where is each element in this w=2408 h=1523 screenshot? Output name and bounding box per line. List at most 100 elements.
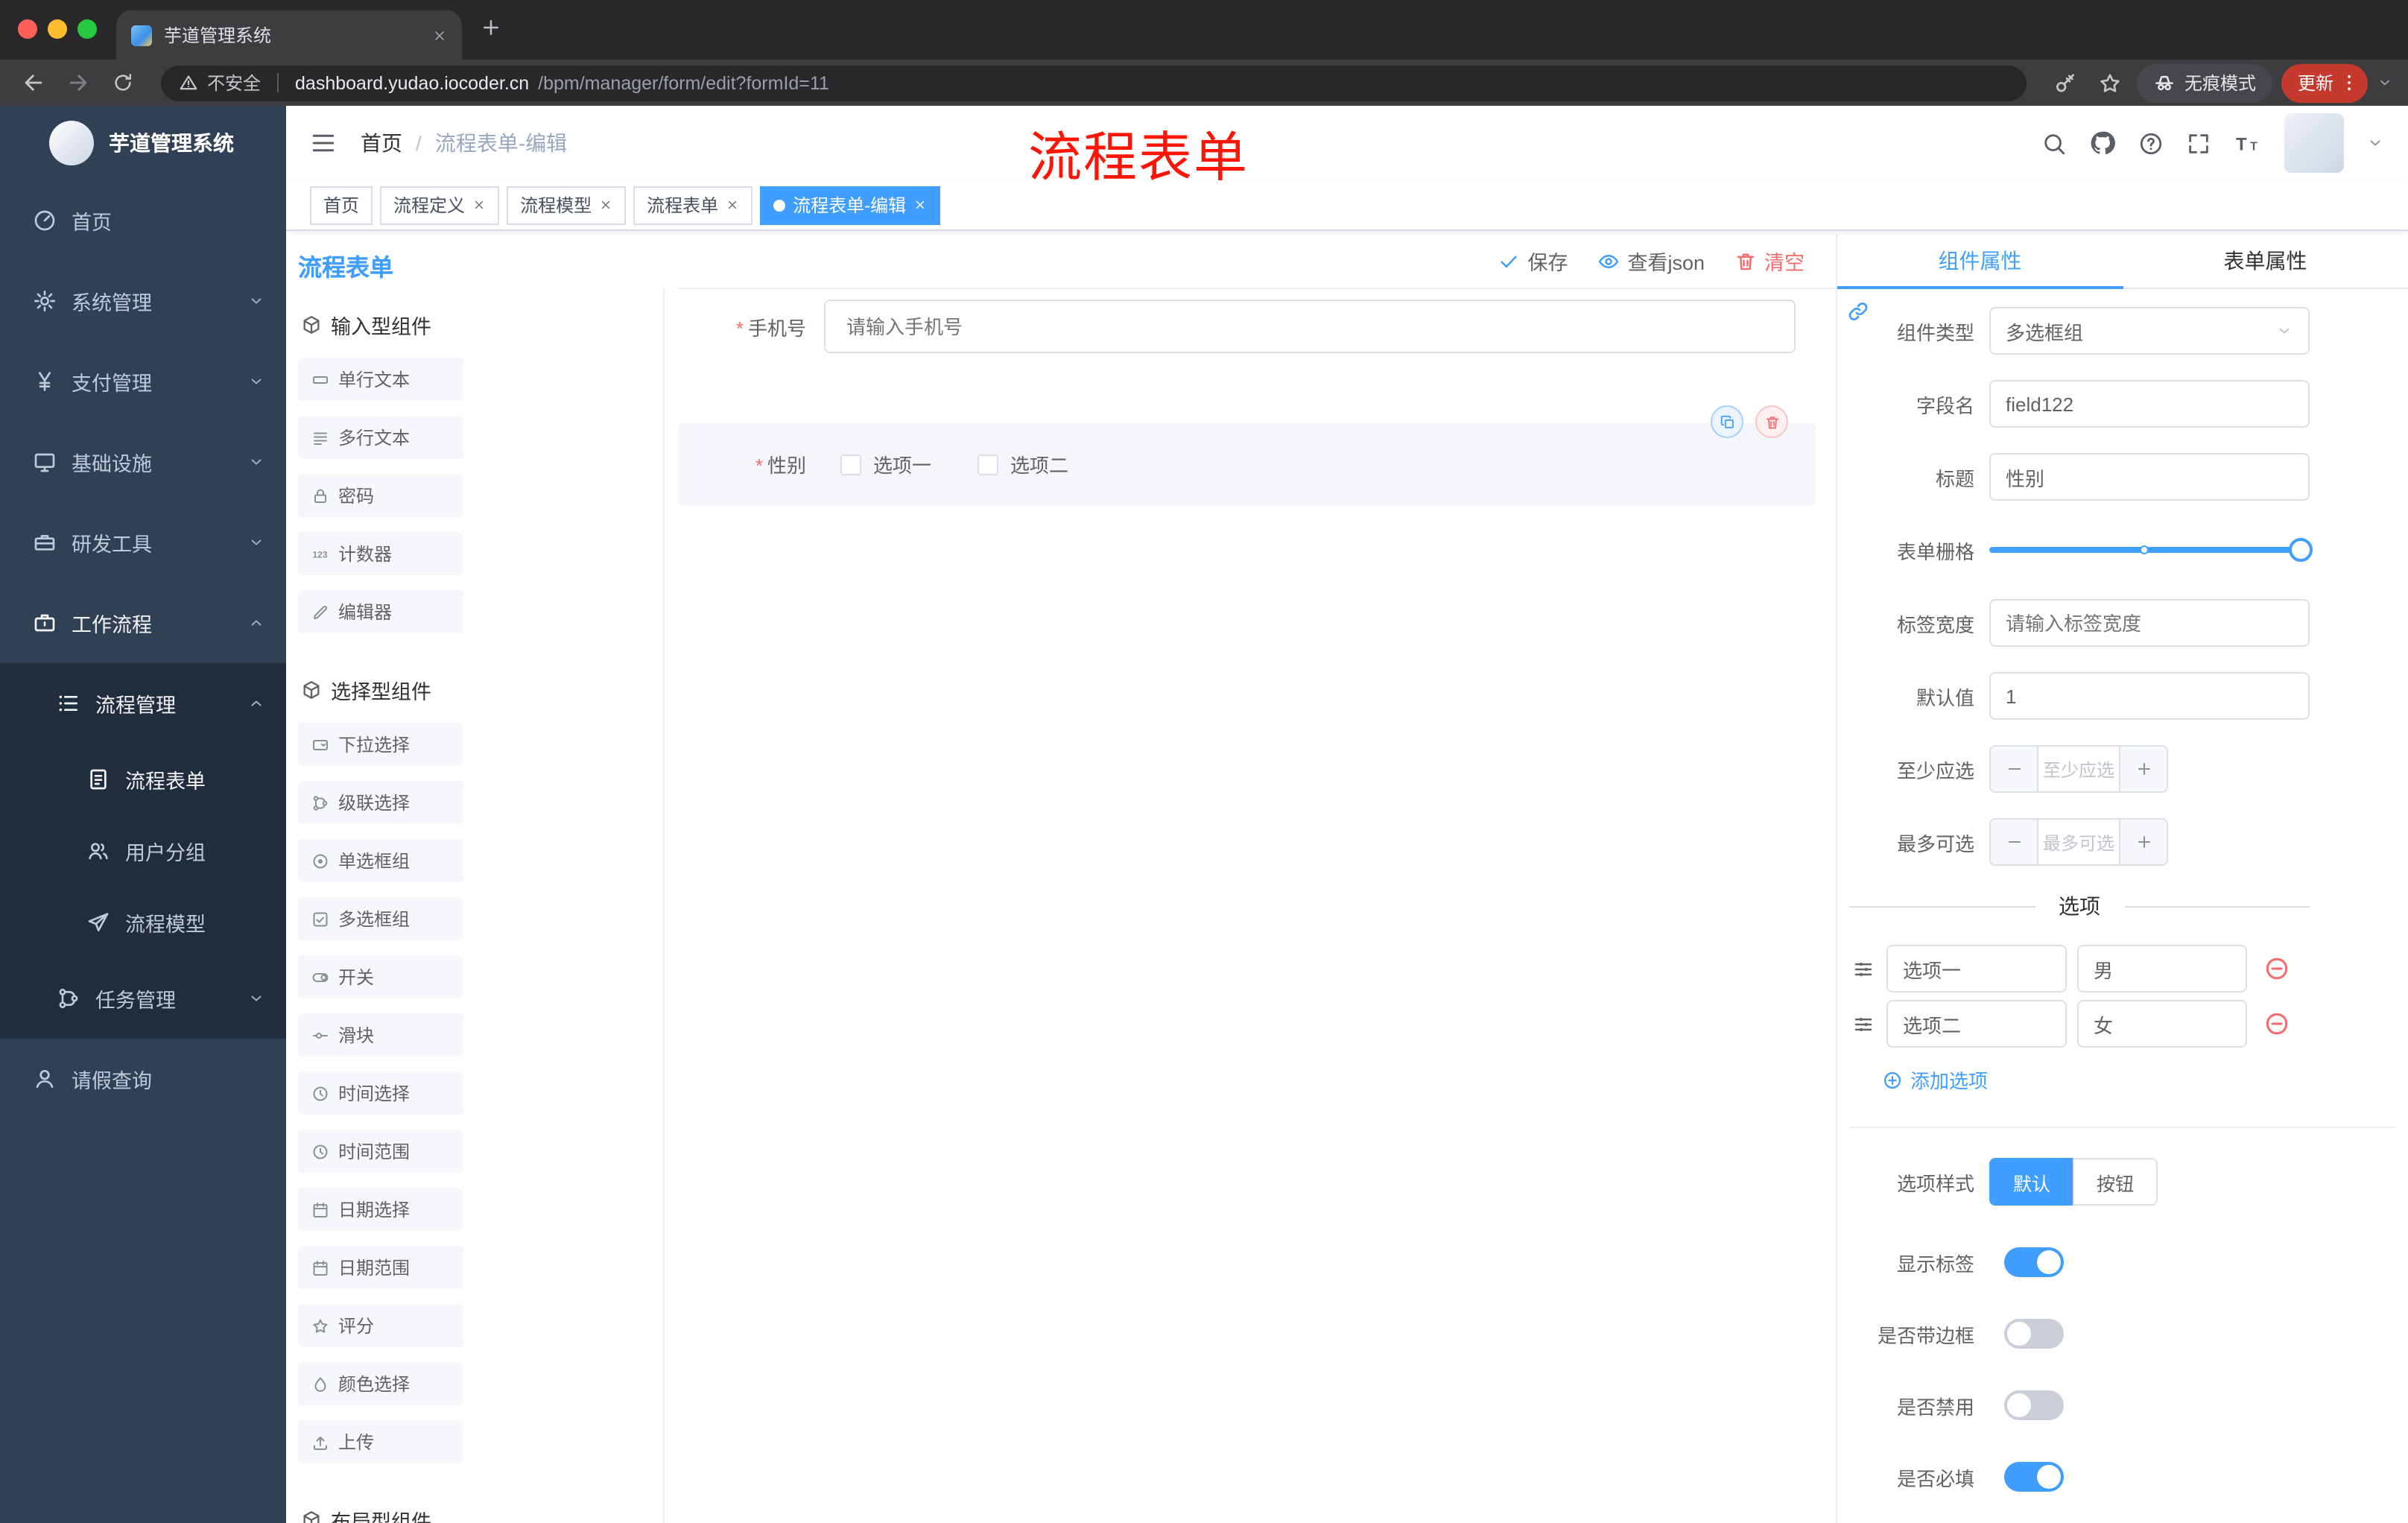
tag-process-form-edit[interactable]: 流程表单-编辑 (760, 186, 941, 224)
increase-button[interactable] (2119, 747, 2167, 791)
remove-option-button[interactable] (2263, 1010, 2290, 1037)
disabled-toggle[interactable] (2004, 1390, 2064, 1420)
option-label-input[interactable] (1886, 945, 2067, 992)
sidebar-item-payment[interactable]: 支付管理 (0, 341, 286, 422)
required-toggle[interactable] (2004, 1462, 2064, 1492)
forward-button[interactable] (60, 65, 95, 101)
palette-item-counter[interactable]: 计数器 (298, 532, 463, 575)
view-json-button[interactable]: 查看json (1597, 246, 1705, 276)
incognito-badge[interactable]: 无痕模式 (2136, 63, 2272, 102)
sidebar-item-leave-query[interactable]: 请假查询 (0, 1039, 286, 1119)
tag-process-model[interactable]: 流程模型 (507, 186, 627, 224)
tab-close-icon[interactable] (432, 28, 447, 42)
option-value-input[interactable] (2077, 1000, 2247, 1048)
tag-process-form[interactable]: 流程表单 (633, 186, 753, 224)
palette-item-dropdown[interactable]: 下拉选择 (298, 723, 463, 766)
gender-checkbox-option2[interactable]: 选项二 (978, 450, 1068, 478)
grid-slider[interactable] (1989, 526, 2313, 574)
increase-button[interactable] (2119, 820, 2167, 864)
overflow-chevron-icon[interactable] (2377, 75, 2393, 91)
phone-input[interactable] (824, 300, 1796, 353)
style-button-button[interactable]: 按钮 (2073, 1158, 2158, 1206)
close-icon[interactable] (913, 198, 927, 212)
window-minimize-button[interactable] (48, 19, 67, 39)
component-type-select[interactable]: 多选框组 (1989, 307, 2310, 355)
window-close-button[interactable] (18, 19, 37, 39)
new-tab-button[interactable] (480, 16, 502, 39)
palette-item-date-picker[interactable]: 日期选择 (298, 1188, 463, 1231)
sidebar-item-infra[interactable]: 基础设施 (0, 422, 286, 502)
canvas-field-gender-selected[interactable]: 性别 选项一 选项二 (678, 405, 1816, 505)
palette-item-slider[interactable]: 滑块 (298, 1013, 463, 1057)
avatar-caret[interactable] (2366, 134, 2384, 152)
sidebar-item-system[interactable]: 系统管理 (0, 261, 286, 341)
palette-item-cascader[interactable]: 级联选择 (298, 781, 463, 824)
github-link[interactable] (2089, 130, 2116, 156)
browser-tab[interactable]: 芋道管理系统 (116, 10, 462, 60)
save-button[interactable]: 保存 (1498, 246, 1568, 276)
palette-item-editor[interactable]: 编辑器 (298, 590, 463, 633)
sidebar-item-workflow[interactable]: 工作流程 (0, 583, 286, 663)
close-icon[interactable] (599, 198, 612, 212)
gender-checkbox-option1[interactable]: 选项一 (840, 450, 931, 478)
drag-handle-icon[interactable] (1852, 957, 1875, 980)
palette-item-rate[interactable]: 评分 (298, 1304, 463, 1347)
palette-item-switch[interactable]: 开关 (298, 955, 463, 998)
palette-item-multi-text[interactable]: 多行文本 (298, 416, 463, 459)
close-icon[interactable] (726, 198, 739, 212)
font-size-button[interactable] (2234, 129, 2262, 157)
tab-component-props[interactable]: 组件属性 (1837, 234, 2123, 289)
window-zoom-button[interactable] (77, 19, 97, 39)
option-value-input[interactable] (2077, 945, 2247, 992)
user-avatar[interactable] (2284, 113, 2344, 173)
canvas-field-phone[interactable]: 手机号 (678, 300, 1836, 353)
max-select-placeholder[interactable]: 最多可选 (2038, 820, 2119, 864)
bookmark-star-icon[interactable] (2092, 65, 2128, 101)
palette-item-date-range[interactable]: 日期范围 (298, 1246, 463, 1289)
remove-option-button[interactable] (2263, 955, 2290, 982)
browser-menu-dots-icon[interactable] (2338, 72, 2360, 94)
tab-form-props[interactable]: 表单属性 (2123, 234, 2408, 288)
decrease-button[interactable] (1991, 820, 2038, 864)
sidebar-item-process-mgmt[interactable]: 流程管理 (0, 663, 286, 744)
address-bar[interactable]: 不安全 dashboard.yudao.iocoder.cn/bpm/manag… (161, 65, 2027, 101)
option-label-input[interactable] (1886, 1000, 2067, 1048)
sidebar-item-process-model[interactable]: 流程模型 (0, 887, 286, 958)
fullscreen-button[interactable] (2186, 130, 2211, 156)
style-default-button[interactable]: 默认 (1989, 1158, 2075, 1206)
delete-field-button[interactable] (1755, 405, 1788, 438)
close-icon[interactable] (472, 198, 486, 212)
field-name-input[interactable] (1989, 380, 2310, 428)
palette-item-upload[interactable]: 上传 (298, 1420, 463, 1463)
add-option-button[interactable]: 添加选项 (1882, 1066, 2408, 1094)
password-key-icon[interactable] (2047, 65, 2083, 101)
title-input[interactable] (1989, 453, 2310, 501)
help-button[interactable] (2138, 130, 2164, 156)
update-button[interactable]: 更新 (2281, 63, 2368, 102)
sidebar-item-task-mgmt[interactable]: 任务管理 (0, 958, 286, 1039)
back-button[interactable] (15, 65, 51, 101)
palette-item-radio-group[interactable]: 单选框组 (298, 839, 463, 882)
clear-button[interactable]: 清空 (1734, 246, 1805, 276)
drag-handle-icon[interactable] (1852, 1013, 1875, 1035)
breadcrumb-home[interactable]: 首页 (361, 128, 402, 158)
tag-process-definition[interactable]: 流程定义 (380, 186, 500, 224)
sidebar-collapse-button[interactable] (310, 130, 337, 156)
sidebar-item-process-form[interactable]: 流程表单 (0, 744, 286, 815)
border-toggle[interactable] (2004, 1319, 2064, 1349)
min-select-placeholder[interactable]: 至少应选 (2038, 747, 2119, 791)
default-value-input[interactable] (1989, 672, 2310, 720)
palette-item-time-range[interactable]: 时间范围 (298, 1130, 463, 1173)
slider-handle[interactable] (2289, 538, 2313, 562)
label-width-input[interactable] (1989, 599, 2310, 647)
show-label-toggle[interactable] (2004, 1247, 2064, 1277)
ssl-warning-icon[interactable] (179, 73, 198, 92)
reload-button[interactable] (104, 65, 140, 101)
palette-item-single-text[interactable]: 单行文本 (298, 358, 463, 401)
duplicate-field-button[interactable] (1711, 405, 1743, 438)
sidebar-item-user-group[interactable]: 用户分组 (0, 815, 286, 887)
palette-item-color-picker[interactable]: 颜色选择 (298, 1362, 463, 1405)
sidebar-item-home[interactable]: 首页 (0, 180, 286, 261)
palette-item-password[interactable]: 密码 (298, 474, 463, 517)
tag-home[interactable]: 首页 (310, 186, 373, 224)
